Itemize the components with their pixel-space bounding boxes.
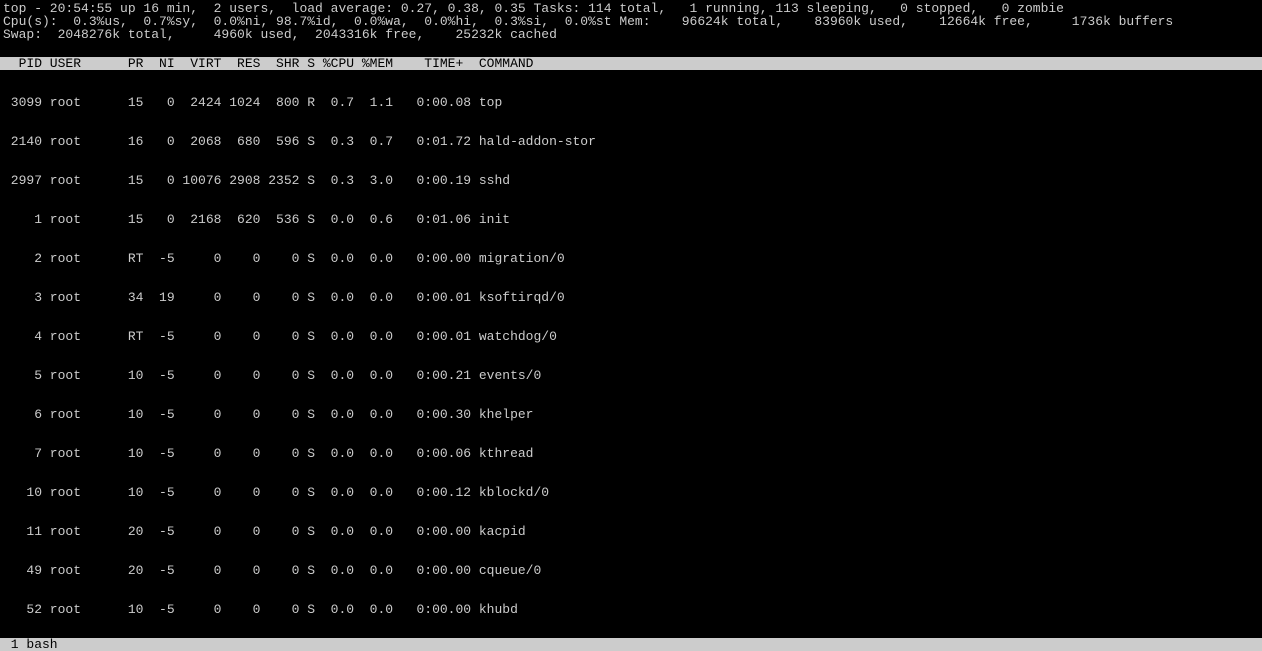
process-table-header: PID USER PR NI VIRT RES SHR S %CPU %MEM … [0, 57, 1262, 70]
table-row: 3 root 34 19 0 0 0 S 0.0 0.0 0:00.01 kso… [3, 291, 1259, 304]
top-summary-block: top - 20:54:55 up 16 min, 2 users, load … [0, 0, 1262, 44]
table-row: 52 root 10 -5 0 0 0 S 0.0 0.0 0:00.00 kh… [3, 603, 1259, 616]
table-row: 5 root 10 -5 0 0 0 S 0.0 0.0 0:00.21 eve… [3, 369, 1259, 382]
table-row: 2 root RT -5 0 0 0 S 0.0 0.0 0:00.00 mig… [3, 252, 1259, 265]
process-table-body[interactable]: 3099 root 15 0 2424 1024 800 R 0.7 1.1 0… [0, 70, 1262, 651]
terminal-screen[interactable]: { "top_pane": { "summary": { "l1": "top … [0, 0, 1262, 651]
table-row: 11 root 20 -5 0 0 0 S 0.0 0.0 0:00.00 ka… [3, 525, 1259, 538]
table-row: 6 root 10 -5 0 0 0 S 0.0 0.0 0:00.30 khe… [3, 408, 1259, 421]
pane-1-status-bar: 1 bash [0, 638, 1262, 651]
table-row: 1 root 15 0 2168 620 536 S 0.0 0.6 0:01.… [3, 213, 1259, 226]
summary-line-mem: Mem: 96624k total, 83960k used, 12664k f… [619, 14, 1173, 29]
table-row: 2140 root 16 0 2068 680 596 S 0.3 0.7 0:… [3, 135, 1259, 148]
table-row: 4 root RT -5 0 0 0 S 0.0 0.0 0:00.01 wat… [3, 330, 1259, 343]
table-row: 3099 root 15 0 2424 1024 800 R 0.7 1.1 0… [3, 96, 1259, 109]
table-row: 2997 root 15 0 10076 2908 2352 S 0.3 3.0… [3, 174, 1259, 187]
table-row: 10 root 10 -5 0 0 0 S 0.0 0.0 0:00.12 kb… [3, 486, 1259, 499]
table-row: 7 root 10 -5 0 0 0 S 0.0 0.0 0:00.06 kth… [3, 447, 1259, 460]
summary-line-swap: Swap: 2048276k total, 4960k used, 204331… [3, 27, 557, 42]
table-row: 49 root 20 -5 0 0 0 S 0.0 0.0 0:00.00 cq… [3, 564, 1259, 577]
